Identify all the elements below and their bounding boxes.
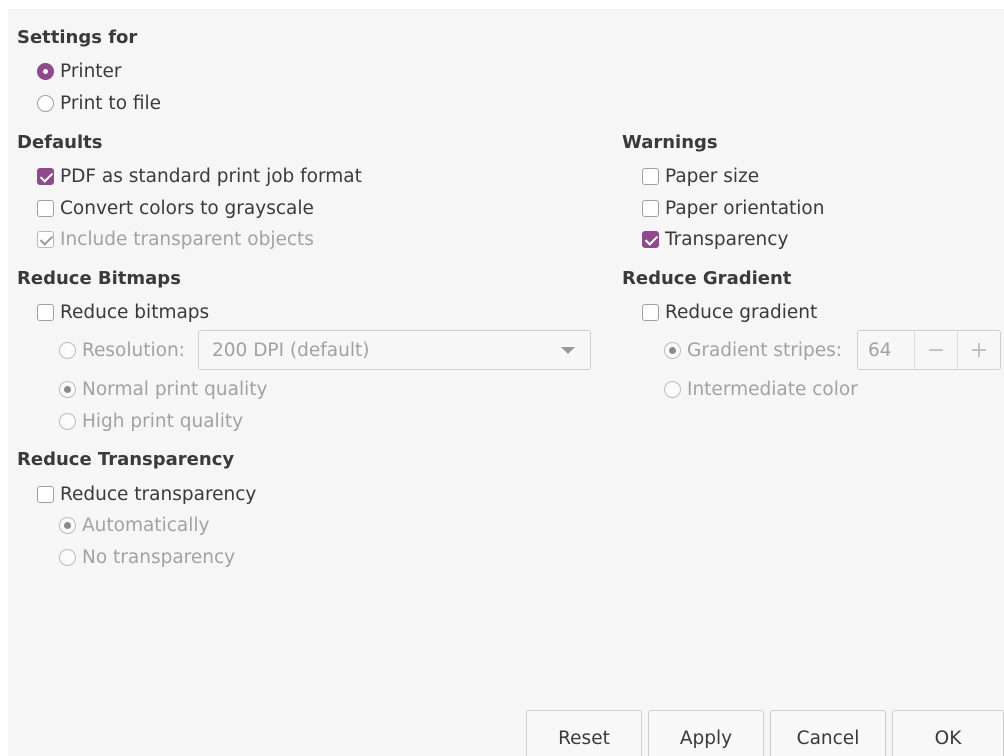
settings-for-heading: Settings for	[17, 27, 138, 48]
gradient-stripes-radio-indicator	[664, 341, 681, 359]
grayscale-checkbox[interactable]: Convert colors to grayscale	[37, 196, 314, 220]
normal-quality-radio: Normal print quality	[59, 377, 267, 401]
grayscale-label: Convert colors to grayscale	[60, 197, 314, 219]
pdf-format-checkbox[interactable]: PDF as standard print job format	[37, 164, 362, 188]
chevron-down-icon	[561, 347, 575, 354]
reduce-gradient-label: Reduce gradient	[665, 301, 818, 323]
resolution-dropdown-value: 200 DPI (default)	[212, 339, 370, 361]
reduce-transparency-checkbox[interactable]: Reduce transparency	[37, 482, 256, 506]
reduce-bitmaps-checkbox[interactable]: Reduce bitmaps	[37, 300, 209, 324]
normal-quality-radio-indicator	[59, 380, 76, 398]
plus-icon: +	[956, 331, 1000, 369]
pdf-format-label: PDF as standard print job format	[60, 165, 362, 187]
transparency-warning-checkbox[interactable]: Transparency	[642, 227, 788, 251]
transparent-objects-check-indicator	[37, 230, 54, 248]
transparent-objects-checkbox: Include transparent objects	[37, 227, 314, 251]
apply-button[interactable]: Apply	[648, 710, 764, 756]
gradient-stripes-label: Gradient stripes:	[687, 339, 843, 361]
minus-icon: −	[913, 331, 957, 369]
normal-quality-label: Normal print quality	[82, 378, 268, 400]
intermediate-color-label: Intermediate color	[687, 378, 858, 400]
automatically-radio-indicator	[59, 516, 76, 534]
transparent-objects-label: Include transparent objects	[60, 228, 314, 250]
reduce-bitmaps-heading: Reduce Bitmaps	[17, 268, 181, 289]
ok-button[interactable]: OK	[892, 710, 1004, 756]
gradient-stripes-spinbox: 64 − +	[857, 330, 1001, 370]
print-to-file-radio-indicator[interactable]	[37, 94, 54, 112]
warnings-heading: Warnings	[622, 132, 718, 153]
paper-orientation-checkbox[interactable]: Paper orientation	[642, 196, 824, 220]
transparency-warning-check-indicator[interactable]	[642, 230, 659, 248]
transparency-warning-label: Transparency	[665, 228, 789, 250]
paper-size-label: Paper size	[665, 165, 760, 187]
resolution-label: Resolution:	[82, 339, 185, 361]
gradient-stripes-value: 64	[868, 339, 892, 361]
reduce-transparency-check-indicator[interactable]	[37, 485, 54, 503]
reduce-transparency-label: Reduce transparency	[60, 483, 257, 505]
intermediate-color-radio: Intermediate color	[664, 377, 858, 401]
paper-orientation-check-indicator[interactable]	[642, 199, 659, 217]
reduce-gradient-heading: Reduce Gradient	[622, 268, 792, 289]
reduce-bitmaps-check-indicator[interactable]	[37, 303, 54, 321]
printer-radio-label: Printer	[60, 60, 122, 82]
defaults-heading: Defaults	[17, 132, 103, 153]
paper-size-checkbox[interactable]: Paper size	[642, 164, 759, 188]
no-transparency-radio: No transparency	[59, 545, 235, 569]
no-transparency-radio-indicator	[59, 548, 76, 566]
print-to-file-radio[interactable]: Print to file	[37, 91, 161, 115]
printer-radio[interactable]: Printer	[37, 59, 122, 83]
paper-size-check-indicator[interactable]	[642, 167, 659, 185]
gradient-stripes-radio: Gradient stripes:	[664, 338, 842, 362]
resolution-radio: Resolution:	[59, 338, 185, 362]
high-quality-radio: High print quality	[59, 409, 243, 433]
no-transparency-label: No transparency	[82, 546, 236, 568]
pdf-format-check-indicator[interactable]	[37, 167, 54, 185]
intermediate-color-radio-indicator	[664, 380, 681, 398]
reduce-gradient-checkbox[interactable]: Reduce gradient	[642, 300, 817, 324]
reset-button[interactable]: Reset	[526, 710, 642, 756]
reduce-bitmaps-label: Reduce bitmaps	[60, 301, 210, 323]
reduce-gradient-check-indicator[interactable]	[642, 303, 659, 321]
resolution-radio-indicator	[59, 341, 76, 359]
print-options-dialog: Settings for Printer Print to file Defau…	[8, 9, 1004, 756]
cancel-button[interactable]: Cancel	[770, 710, 886, 756]
grayscale-check-indicator[interactable]	[37, 199, 54, 217]
automatically-label: Automatically	[82, 514, 210, 536]
high-quality-label: High print quality	[82, 410, 244, 432]
printer-radio-indicator[interactable]	[37, 62, 54, 80]
reduce-transparency-heading: Reduce Transparency	[17, 449, 235, 470]
resolution-dropdown: 200 DPI (default)	[198, 330, 591, 370]
paper-orientation-label: Paper orientation	[665, 197, 825, 219]
print-to-file-radio-label: Print to file	[60, 92, 162, 114]
high-quality-radio-indicator	[59, 412, 76, 430]
automatically-radio: Automatically	[59, 513, 209, 537]
